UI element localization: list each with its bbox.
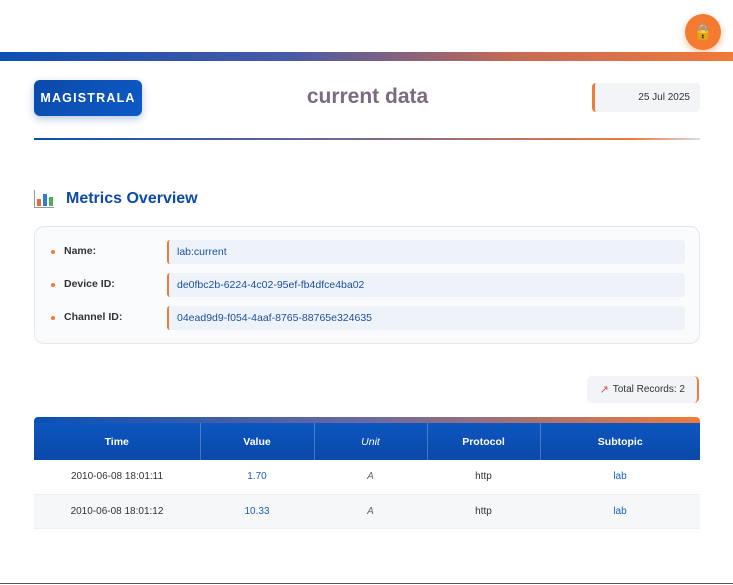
bullet-icon: [51, 250, 55, 254]
bar-chart-icon: [34, 190, 54, 208]
metadata-label: Name:: [64, 245, 97, 257]
cell-protocol: http: [427, 460, 540, 495]
metadata-row-device-id: Device ID: de0fbc2b-6224-4c02-95ef-fb4df…: [35, 273, 699, 297]
column-header-subtopic[interactable]: Subtopic: [540, 423, 700, 460]
report-date: 25 Jul 2025: [592, 83, 700, 112]
table-row: 2010-06-08 18:01:11 1.70 A http lab: [34, 460, 700, 495]
metadata-label: Channel ID:: [64, 311, 123, 323]
brand-logo: MAGISTRALA: [34, 80, 142, 116]
lock-icon: 🔒: [693, 24, 713, 41]
table-row: 2010-06-08 18:01:12 10.33 A http lab: [34, 494, 700, 529]
metadata-row-name: Name: lab:current: [35, 240, 699, 264]
total-records-label: Total Records: 2: [612, 384, 685, 395]
trend-chart-icon: ↗: [599, 384, 609, 396]
cell-unit: A: [314, 460, 427, 495]
column-header-time[interactable]: Time: [34, 423, 201, 460]
cell-subtopic: lab: [540, 460, 700, 495]
metadata-value: 04ead9d9-f054-4aaf-8765-88765e324635: [167, 306, 685, 330]
lock-button[interactable]: 🔒: [685, 14, 721, 50]
section-heading: Metrics Overview: [34, 190, 198, 208]
header-divider: [34, 138, 700, 140]
header-accent-stripe: [0, 52, 733, 61]
metadata-card: Name: lab:current Device ID: de0fbc2b-62…: [34, 226, 700, 344]
metadata-label: Device ID:: [64, 278, 115, 290]
column-header-value[interactable]: Value: [200, 423, 315, 460]
page-title: current data: [306, 85, 429, 108]
cell-value: 10.33: [200, 494, 314, 529]
table-header-row: Time Value Unit Protocol Subtopic: [34, 423, 700, 460]
metadata-value: lab:current: [167, 240, 685, 264]
page-bottom-border: [0, 583, 733, 584]
section-title: Metrics Overview: [66, 190, 198, 207]
data-table: Time Value Unit Protocol Subtopic 2010-0…: [34, 423, 700, 529]
cell-subtopic: lab: [540, 494, 700, 529]
column-header-unit[interactable]: Unit: [314, 423, 428, 460]
total-records-badge: ↗ Total Records: 2: [587, 376, 699, 403]
cell-time: 2010-06-08 18:01:12: [34, 494, 200, 529]
cell-time: 2010-06-08 18:01:11: [34, 460, 200, 495]
bullet-icon: [51, 283, 55, 287]
bullet-icon: [51, 316, 55, 320]
metadata-row-channel-id: Channel ID: 04ead9d9-f054-4aaf-8765-8876…: [35, 306, 699, 330]
metadata-value: de0fbc2b-6224-4c02-95ef-fb4dfce4ba02: [167, 273, 685, 297]
cell-unit: A: [314, 494, 427, 529]
cell-value: 1.70: [200, 460, 314, 495]
cell-protocol: http: [427, 494, 540, 529]
column-header-protocol[interactable]: Protocol: [427, 423, 541, 460]
